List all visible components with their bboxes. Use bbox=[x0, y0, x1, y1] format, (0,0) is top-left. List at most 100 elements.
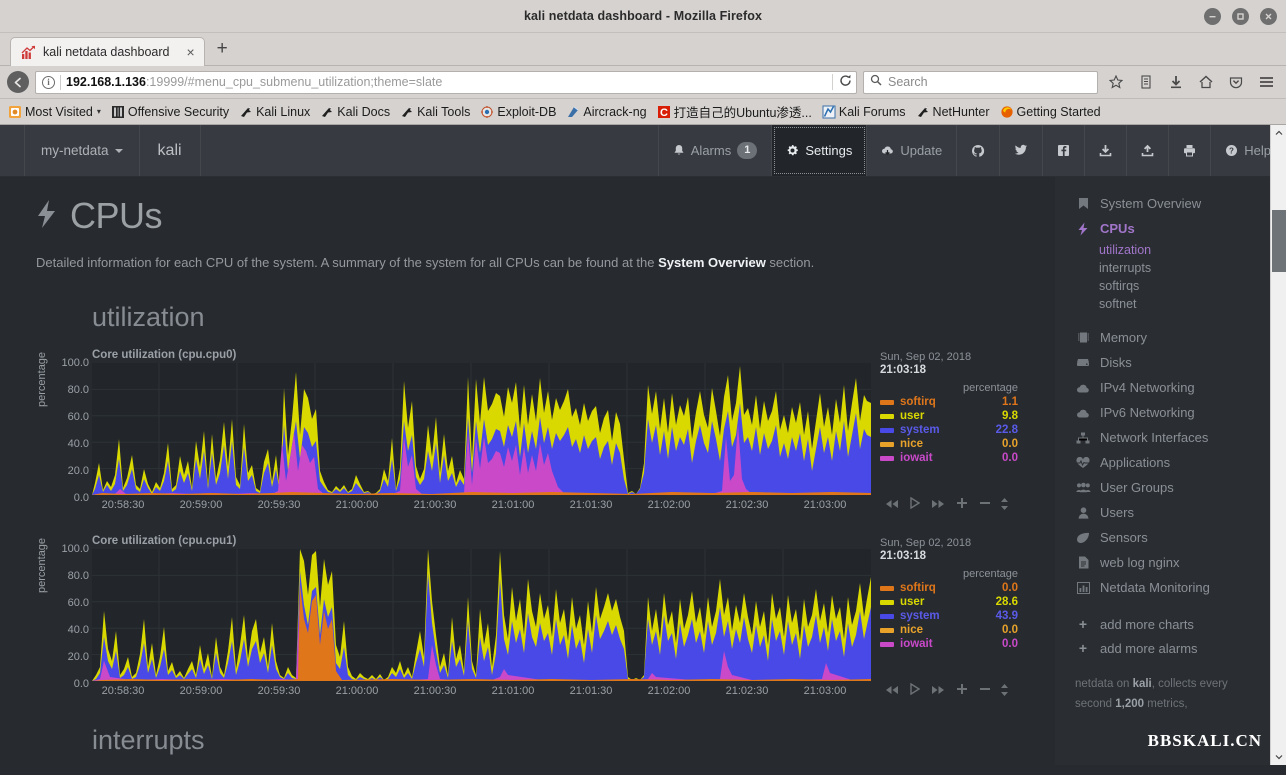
zoom-out-icon[interactable] bbox=[979, 497, 991, 512]
legend-name: system bbox=[900, 424, 996, 436]
bookmark-label: Kali Linux bbox=[256, 105, 310, 119]
bookmark-item[interactable]: Kali Docs bbox=[316, 105, 394, 119]
legend-swatch bbox=[880, 586, 894, 591]
legend-row[interactable]: user 28.6 bbox=[880, 596, 1020, 608]
scroll-up-icon[interactable] bbox=[1271, 125, 1286, 141]
facebook-icon bbox=[1057, 144, 1070, 157]
import-button[interactable] bbox=[1085, 125, 1127, 176]
zoom-in-icon[interactable] bbox=[956, 497, 968, 512]
tab-close-icon[interactable]: × bbox=[176, 45, 194, 59]
legend-value: 0.0 bbox=[1002, 624, 1020, 636]
bookmark-star-icon[interactable] bbox=[1104, 75, 1128, 89]
legend-row[interactable]: iowait 0.0 bbox=[880, 452, 1020, 464]
system-overview-link[interactable]: System Overview bbox=[658, 255, 766, 270]
page-scrollbar[interactable] bbox=[1270, 125, 1286, 765]
legend-date: Sun, Sep 02, 2018 bbox=[880, 351, 1020, 363]
legend-name: nice bbox=[900, 438, 1002, 450]
sidebar-item-sensors[interactable]: Sensors bbox=[1065, 525, 1270, 550]
sidebar-subitem-softnet[interactable]: softnet bbox=[1065, 295, 1270, 313]
back-button[interactable] bbox=[7, 71, 29, 93]
sidebar-item-label: System Overview bbox=[1100, 196, 1201, 211]
sidebar-item-disks[interactable]: Disks bbox=[1065, 350, 1270, 375]
maximize-button[interactable] bbox=[1232, 8, 1249, 25]
library-icon[interactable] bbox=[1134, 75, 1158, 89]
legend-row[interactable]: system 22.8 bbox=[880, 424, 1020, 436]
bookmark-item[interactable]: Getting Started bbox=[996, 105, 1105, 119]
sidebar-item-label: Sensors bbox=[1100, 530, 1148, 545]
alarms-button[interactable]: Alarms 1 bbox=[659, 125, 773, 176]
zoom-out-icon[interactable] bbox=[979, 683, 991, 698]
my-netdata-dropdown[interactable]: my-netdata bbox=[25, 125, 140, 176]
rewind-icon[interactable] bbox=[885, 498, 899, 512]
pocket-icon[interactable] bbox=[1224, 75, 1248, 89]
legend-time: 21:03:18 bbox=[880, 364, 1020, 376]
new-tab-button[interactable]: + bbox=[205, 39, 240, 61]
sidebar-subitem-softirqs[interactable]: softirqs bbox=[1065, 277, 1270, 295]
print-button[interactable] bbox=[1169, 125, 1211, 176]
page-title-text: CPUs bbox=[70, 195, 162, 237]
legend-row[interactable]: softirq 1.1 bbox=[880, 396, 1020, 408]
chart-plot-area[interactable] bbox=[92, 363, 871, 495]
legend-value: 1.1 bbox=[1002, 396, 1020, 408]
bookmark-item[interactable]: NetHunter bbox=[912, 105, 994, 119]
url-bar[interactable]: i 192.168.1.136:19999/#menu_cpu_submenu_… bbox=[35, 71, 857, 94]
sidebar-item-cpus[interactable]: CPUs bbox=[1065, 216, 1270, 241]
sidebar-item-memory[interactable]: Memory bbox=[1065, 325, 1270, 350]
sidebar-item-ipv6-networking[interactable]: IPv6 Networking bbox=[1065, 400, 1270, 425]
bookmark-item[interactable]: Kali Tools bbox=[396, 105, 474, 119]
legend-row[interactable]: nice 0.0 bbox=[880, 438, 1020, 450]
legend-row[interactable]: softirq 0.0 bbox=[880, 582, 1020, 594]
play-icon[interactable] bbox=[910, 683, 920, 698]
add-more-alarms-link[interactable]: + add more alarms bbox=[1065, 636, 1270, 660]
sidebar-item-applications[interactable]: Applications bbox=[1065, 450, 1270, 475]
bookmark-item[interactable]: Exploit-DB bbox=[476, 105, 560, 119]
sidebar-subitem-utilization[interactable]: utilization bbox=[1065, 241, 1270, 259]
legend-row[interactable]: iowait 0.0 bbox=[880, 638, 1020, 650]
sidebar-item-system-overview[interactable]: System Overview bbox=[1065, 191, 1270, 216]
export-button[interactable] bbox=[1127, 125, 1169, 176]
add-more-charts-link[interactable]: + add more charts bbox=[1065, 612, 1270, 636]
twitter-button[interactable] bbox=[1000, 125, 1043, 176]
sidebar-item-network-interfaces[interactable]: Network Interfaces bbox=[1065, 425, 1270, 450]
rewind-icon[interactable] bbox=[885, 684, 899, 698]
github-button[interactable] bbox=[957, 125, 1000, 176]
site-info-icon[interactable]: i bbox=[42, 76, 55, 89]
home-icon[interactable] bbox=[1194, 75, 1218, 89]
legend-row[interactable]: system 43.9 bbox=[880, 610, 1020, 622]
bookmark-item[interactable]: Most Visited ▾ bbox=[4, 105, 105, 119]
scrollbar-thumb[interactable] bbox=[1272, 210, 1286, 272]
resize-icon[interactable] bbox=[1000, 683, 1009, 700]
search-bar[interactable]: Search bbox=[863, 71, 1098, 94]
legend-row[interactable]: nice 0.0 bbox=[880, 624, 1020, 636]
menu-icon[interactable] bbox=[1254, 75, 1279, 89]
legend-row[interactable]: user 9.8 bbox=[880, 410, 1020, 422]
bookmark-item[interactable]: Kali Linux bbox=[235, 105, 314, 119]
close-button[interactable] bbox=[1260, 8, 1277, 25]
settings-button[interactable]: Settings bbox=[772, 125, 867, 176]
minimize-button[interactable] bbox=[1204, 8, 1221, 25]
bookmark-item[interactable]: C 打造自己的Ubuntu渗透... bbox=[653, 102, 816, 121]
sidebar-item-users[interactable]: Users bbox=[1065, 500, 1270, 525]
bookmark-item[interactable]: Aircrack-ng bbox=[562, 105, 650, 119]
sidebar-item-web-log-nginx[interactable]: web log nginx bbox=[1065, 550, 1270, 575]
forward-icon[interactable] bbox=[931, 498, 945, 512]
download-icon[interactable] bbox=[1164, 75, 1188, 89]
facebook-button[interactable] bbox=[1043, 125, 1085, 176]
chart-plot-area[interactable] bbox=[92, 549, 871, 681]
sidebar-item-user-groups[interactable]: User Groups bbox=[1065, 475, 1270, 500]
resize-icon[interactable] bbox=[1000, 497, 1009, 514]
browser-tab[interactable]: kali netdata dashboard × bbox=[10, 37, 205, 66]
update-button[interactable]: Update bbox=[867, 125, 957, 176]
play-icon[interactable] bbox=[910, 497, 920, 512]
forward-icon[interactable] bbox=[931, 684, 945, 698]
bookmark-item[interactable]: Kali Forums bbox=[818, 105, 910, 119]
scroll-down-icon[interactable] bbox=[1271, 749, 1286, 765]
legend-swatch bbox=[880, 614, 894, 619]
reload-icon[interactable] bbox=[832, 74, 852, 90]
bookmark-item[interactable]: Offensive Security bbox=[107, 105, 233, 119]
bookmark-label: 打造自己的Ubuntu渗透... bbox=[674, 102, 812, 121]
zoom-in-icon[interactable] bbox=[956, 683, 968, 698]
sidebar-item-ipv4-networking[interactable]: IPv4 Networking bbox=[1065, 375, 1270, 400]
sidebar-subitem-interrupts[interactable]: interrupts bbox=[1065, 259, 1270, 277]
sidebar-item-netdata-monitoring[interactable]: Netdata Monitoring bbox=[1065, 575, 1270, 600]
